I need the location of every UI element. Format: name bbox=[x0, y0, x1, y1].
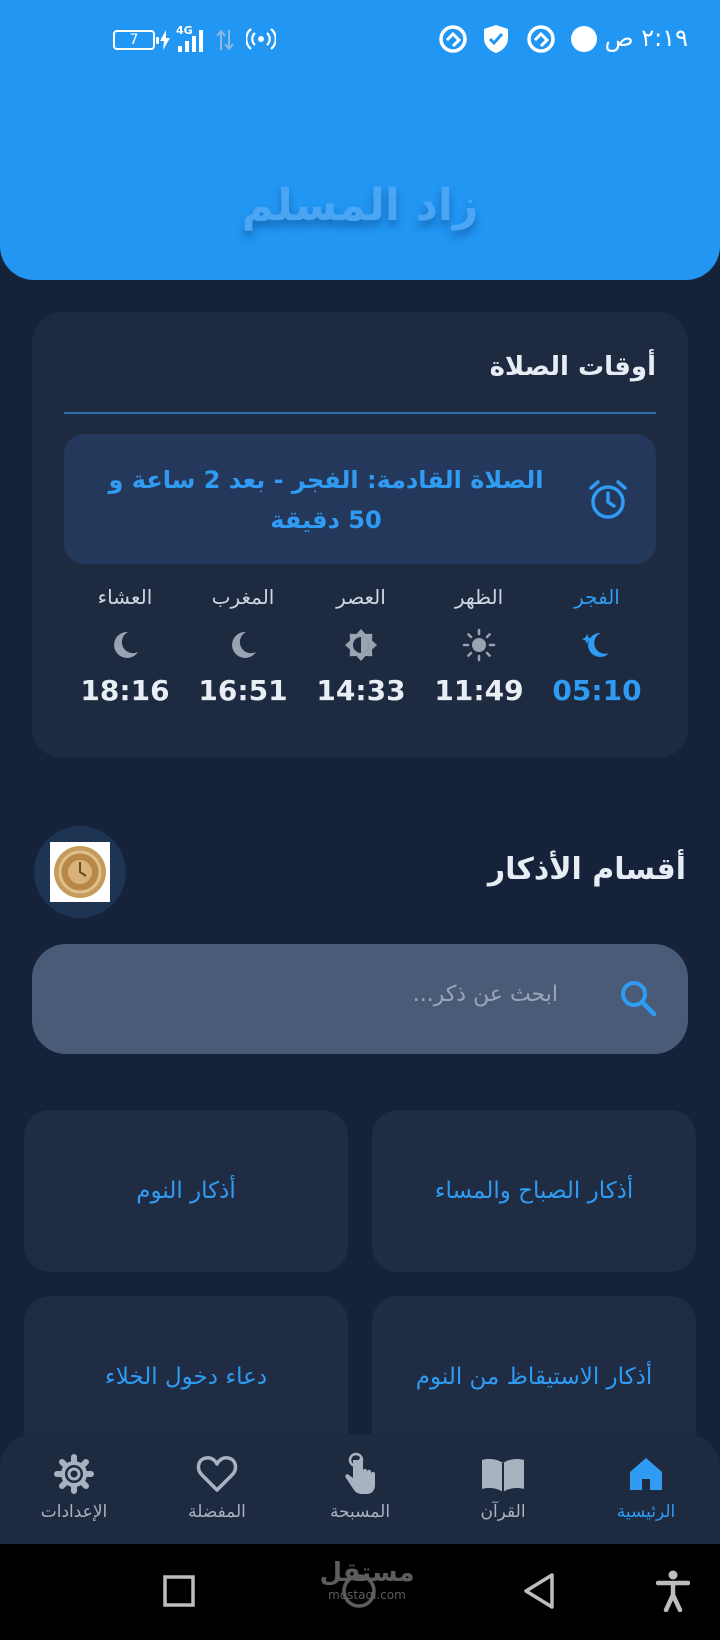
gear-icon bbox=[14, 1450, 134, 1498]
system-navigation-bar: مستقل mostaql.com bbox=[0, 1544, 720, 1640]
nav-home[interactable]: الرئيسية bbox=[586, 1450, 706, 1522]
search-bar[interactable] bbox=[32, 944, 688, 1054]
status-bar: 7 4G ٢:١٩ ص bbox=[0, 0, 720, 80]
sun-icon bbox=[420, 622, 538, 668]
prayer-time-value: 05:10 bbox=[552, 674, 642, 707]
prayer-times-title: أوقات الصلاة bbox=[489, 352, 656, 382]
adhkar-section-title: أقسام الأذكار bbox=[487, 852, 686, 887]
book-icon bbox=[443, 1450, 563, 1498]
nav-label: المفضلة bbox=[188, 1502, 246, 1522]
recents-button[interactable] bbox=[162, 1574, 196, 1608]
category-tile[interactable]: أذكار الصباح والمساء bbox=[372, 1110, 696, 1272]
app-notification-icon-2 bbox=[527, 25, 555, 53]
prayer-time-isha: العشاء 18:16 bbox=[66, 582, 184, 707]
heart-icon bbox=[157, 1450, 277, 1498]
prayer-time-dhuhr: الظهر 11:49 bbox=[420, 582, 538, 707]
search-input[interactable] bbox=[198, 982, 558, 1007]
nav-label: الإعدادات bbox=[40, 1502, 108, 1522]
tap-hand-icon bbox=[300, 1450, 420, 1498]
dot-notification-icon bbox=[571, 26, 597, 52]
clock-logo-icon bbox=[50, 842, 110, 902]
moon-icon bbox=[66, 622, 184, 668]
bottom-navigation: الرئيسية القرآن المسبحة المفضلة الإعدادا… bbox=[0, 1434, 720, 1544]
prayer-time-asr: العصر 14:33 bbox=[302, 582, 420, 707]
brightness-icon bbox=[302, 622, 420, 668]
moon-star-icon bbox=[538, 622, 656, 668]
nav-settings[interactable]: الإعدادات bbox=[14, 1450, 134, 1522]
watermark-sub: mostaql.com bbox=[328, 1588, 406, 1602]
clock: ٢:١٩ ص bbox=[604, 24, 688, 52]
next-prayer-banner: الصلاة القادمة: الفجر - بعد 2 ساعة و 50 … bbox=[64, 434, 656, 564]
prayer-times-row: الفجر 05:10 الظهر 11:49 العصر 14:33 المغ… bbox=[64, 582, 656, 722]
profile-button[interactable] bbox=[34, 826, 126, 918]
prayer-name: الفجر bbox=[574, 585, 620, 609]
back-button[interactable] bbox=[522, 1572, 556, 1610]
data-arrows-icon bbox=[216, 29, 234, 51]
search-icon[interactable] bbox=[618, 978, 658, 1018]
nav-tasbih[interactable]: المسبحة bbox=[300, 1450, 420, 1522]
prayer-time-fajr: الفجر 05:10 bbox=[538, 582, 656, 707]
nav-quran[interactable]: القرآن bbox=[443, 1450, 563, 1522]
prayer-time-value: 14:33 bbox=[316, 674, 406, 707]
prayer-time-value: 16:51 bbox=[198, 674, 288, 707]
nav-label: الرئيسية bbox=[616, 1502, 676, 1522]
shield-icon bbox=[484, 25, 508, 53]
battery-icon: 7 bbox=[113, 30, 159, 50]
alarm-icon bbox=[589, 480, 627, 519]
home-icon bbox=[586, 1450, 706, 1498]
prayer-name: الظهر bbox=[454, 585, 504, 609]
hotspot-icon bbox=[246, 28, 276, 50]
prayer-name: العصر bbox=[336, 585, 386, 609]
watermark-main: مستقل bbox=[319, 1558, 415, 1588]
signal-icon bbox=[178, 30, 203, 52]
nav-favorites[interactable]: المفضلة bbox=[157, 1450, 277, 1522]
prayer-times-card: أوقات الصلاة الصلاة القادمة: الفجر - بعد… bbox=[32, 312, 688, 758]
category-tile[interactable]: أذكار النوم bbox=[24, 1110, 348, 1272]
prayer-name: المغرب bbox=[211, 585, 275, 609]
divider bbox=[64, 412, 656, 414]
accessibility-icon[interactable] bbox=[656, 1570, 690, 1612]
prayer-time-value: 18:16 bbox=[80, 674, 170, 707]
prayer-time-maghrib: المغرب 16:51 bbox=[184, 582, 302, 707]
nav-label: المسبحة bbox=[329, 1502, 391, 1522]
next-prayer-text: الصلاة القادمة: الفجر - بعد 2 ساعة و 50 … bbox=[108, 466, 544, 534]
prayer-name: العشاء bbox=[97, 585, 153, 609]
moon-icon bbox=[184, 622, 302, 668]
nav-label: القرآن bbox=[480, 1502, 526, 1522]
app-title: زاد المسلم bbox=[241, 180, 479, 231]
app-notification-icon bbox=[439, 25, 467, 53]
watermark: مستقل mostaql.com bbox=[312, 1558, 422, 1602]
prayer-time-value: 11:49 bbox=[434, 674, 524, 707]
charging-icon bbox=[160, 30, 170, 50]
